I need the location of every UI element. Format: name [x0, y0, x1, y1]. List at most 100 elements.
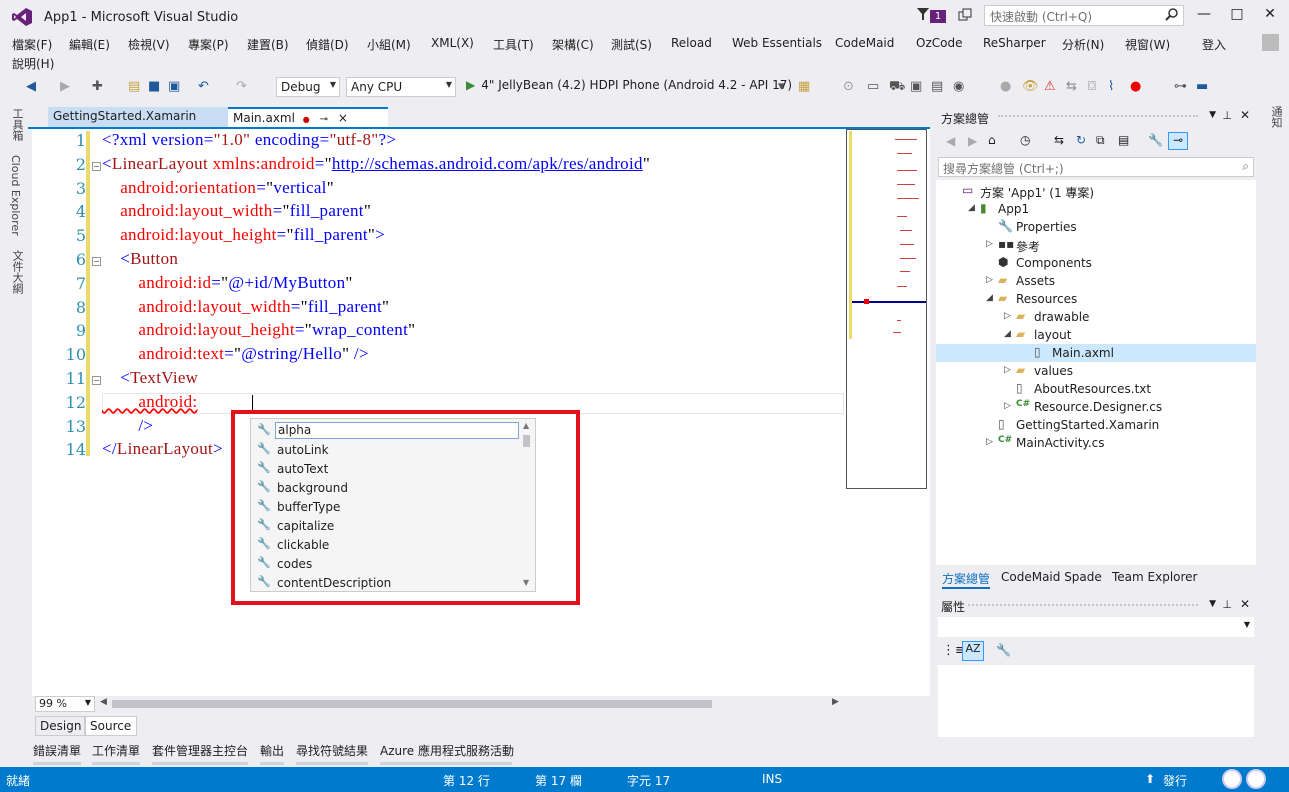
redo-icon[interactable]: ↷ [236, 79, 247, 94]
cloud-explorer-tab[interactable]: Cloud Explorer [9, 155, 22, 236]
forward-icon[interactable]: ▶ [968, 134, 977, 148]
tree-item[interactable]: ▷ ▪▪ 參考 [936, 236, 1256, 254]
expanded-arrow-icon[interactable]: ◢ [986, 293, 993, 303]
menu-build[interactable]: 建置(B) [247, 36, 289, 53]
tree-item[interactable]: ▯ GettingStarted.Xamarin [936, 416, 1256, 434]
code-line[interactable]: android:orientation="vertical" [102, 178, 334, 198]
attach-icon[interactable]: ⌇ [1108, 79, 1114, 94]
new-project-icon[interactable]: ✚ [92, 79, 103, 94]
collapsed-arrow-icon[interactable]: ▷ [986, 239, 993, 249]
start-debugging-button[interactable]: ▶ 4" JellyBean (4.2) HDPI Phone (Android … [466, 78, 792, 92]
tree-item[interactable]: ▷ ▰ Assets [936, 272, 1256, 290]
menu-view[interactable]: 檢視(V) [128, 36, 170, 53]
properties-object-select[interactable]: ▼ [938, 617, 1254, 637]
collapsed-arrow-icon[interactable]: ▷ [986, 275, 993, 285]
menu-resharper[interactable]: ReSharper [983, 36, 1046, 50]
pin-icon[interactable]: ⊸ [320, 114, 328, 125]
menu-reload[interactable]: Reload [671, 36, 712, 50]
tree-item[interactable]: ▷ ▰ drawable [936, 308, 1256, 326]
pin-icon[interactable]: ⊥ [1222, 109, 1232, 122]
tab-design[interactable]: Design [35, 716, 85, 736]
menu-codemaid[interactable]: CodeMaid [835, 36, 894, 50]
watch-eye-icon[interactable]: 👁 [1022, 79, 1039, 94]
menu-team[interactable]: 小組(M) [367, 36, 411, 53]
expanded-arrow-icon[interactable]: ◢ [968, 203, 975, 213]
menu-architecture[interactable]: 架構(C) [552, 36, 594, 53]
show-all-files-icon[interactable]: ▤ [1118, 133, 1129, 147]
exception-icon[interactable]: ⚠ [1044, 79, 1056, 94]
menu-analyze[interactable]: 分析(N) [1062, 36, 1104, 53]
tab-azure-activity[interactable]: Azure 應用程式服務活動 [380, 742, 514, 759]
tab-solution-explorer[interactable]: 方案總管 [942, 570, 991, 589]
tab-package-manager-console[interactable]: 套件管理器主控台 [152, 742, 248, 759]
code-line[interactable]: android: [102, 392, 197, 412]
code-line[interactable]: <TextView [102, 368, 198, 388]
sign-in-link[interactable]: 登入 [1202, 36, 1226, 53]
close-icon[interactable]: ✕ [1240, 597, 1250, 611]
glasses-icon[interactable]: ⊶ [1174, 79, 1187, 94]
tree-item[interactable]: ⬢ Components [936, 254, 1256, 272]
tab-main-axml[interactable]: Main.axml ● ⊸ × [228, 107, 388, 128]
menu-xml[interactable]: XML(X) [431, 36, 474, 50]
code-line[interactable]: android:layout_height="fill_parent"> [102, 225, 385, 245]
document-icon[interactable]: ▤ [931, 79, 943, 94]
collapsed-arrow-icon[interactable]: ▷ [1004, 401, 1011, 411]
preview-selected-icon[interactable]: ⊸ [1168, 132, 1188, 150]
tree-item[interactable]: ▭ 方案 'App1' (1 專案) [936, 182, 1256, 200]
code-line[interactable]: android:layout_width="fill_parent" [102, 297, 389, 317]
code-line[interactable]: android:layout_width="fill_parent" [102, 201, 371, 221]
run-target-dropdown-icon[interactable]: ▾ [778, 79, 785, 94]
fold-toggle-icon[interactable]: − [92, 376, 101, 385]
properties-wrench-icon[interactable]: 🔧 [1148, 133, 1163, 147]
device-manager-icon[interactable]: ▦ [798, 79, 810, 94]
pin-icon[interactable]: ⊥ [1222, 598, 1232, 611]
solution-config-select[interactable]: Debug ▼ [276, 77, 340, 97]
menu-edit[interactable]: 編輯(E) [69, 36, 110, 53]
menu-tools[interactable]: 工具(T) [493, 36, 534, 53]
menu-debug[interactable]: 偵錯(D) [306, 36, 349, 53]
avatar[interactable] [1262, 34, 1279, 51]
horizontal-scrollbar-thumb[interactable] [112, 700, 712, 708]
menu-ozcode[interactable]: OzCode [916, 36, 962, 50]
code-line[interactable]: </LinearLayout> [102, 439, 223, 459]
forward-icon[interactable]: ▶ [60, 79, 70, 94]
tree-item[interactable]: ▷ C# MainActivity.cs [936, 434, 1256, 452]
save-all-icon[interactable]: ▣ [168, 79, 180, 94]
compare-icon[interactable]: ⇆ [1066, 79, 1077, 94]
menu-project[interactable]: 專案(P) [188, 36, 229, 53]
back-icon[interactable]: ◀ [26, 79, 36, 94]
toolbox-tab[interactable]: 工具箱 [9, 108, 25, 141]
breakpoint-icon[interactable]: ● [1000, 79, 1011, 94]
solution-search-input[interactable]: 搜尋方案總管 (Ctrl+;) ⌕ [938, 157, 1254, 177]
sync-icon[interactable]: ⇆ [1054, 133, 1064, 147]
quick-launch-input[interactable]: 快速啟動 (Ctrl+Q) [984, 5, 1184, 26]
platform-select[interactable]: Any CPU ▼ [346, 77, 456, 97]
camera-icon[interactable]: ⌼ [1088, 79, 1096, 94]
code-line[interactable]: <?xml version="1.0" encoding="utf-8"?> [102, 130, 396, 150]
stop-icon[interactable]: ● [1130, 79, 1141, 94]
code-line[interactable]: <LinearLayout xmlns:android="http://sche… [102, 154, 650, 174]
publish-arrow-icon[interactable]: ⬆ [1145, 772, 1155, 786]
tree-item[interactable]: 🔧 Properties [936, 218, 1256, 236]
tab-gettingstarted[interactable]: GettingStarted.Xamarin [48, 107, 228, 128]
property-pages-icon[interactable]: 🔧 [996, 643, 1011, 657]
history-icon[interactable]: ◷ [1020, 133, 1030, 147]
collapsed-arrow-icon[interactable]: ▷ [1004, 365, 1011, 375]
step-icon[interactable]: ▭ [867, 79, 879, 94]
minimize-button[interactable]: — [1193, 6, 1215, 26]
notification-flag-icon[interactable] [916, 7, 930, 21]
save-icon[interactable]: ■ [148, 79, 160, 94]
tab-task-list[interactable]: 工作清單 [92, 742, 140, 759]
close-icon[interactable]: ✕ [1240, 108, 1250, 122]
menu-web-essentials[interactable]: Web Essentials [732, 36, 822, 50]
feedback-icon[interactable] [958, 8, 972, 22]
collapsed-arrow-icon[interactable]: ▷ [1004, 311, 1011, 321]
tree-item[interactable]: ◢ ▰ layout [936, 326, 1256, 344]
tree-item[interactable]: ▯ AboutResources.txt [936, 380, 1256, 398]
tree-item[interactable]: ◢ ▰ Resources [936, 290, 1256, 308]
publish-button[interactable]: 發行 [1163, 772, 1187, 789]
tree-item[interactable]: ▷ C# Resource.Designer.cs [936, 398, 1256, 416]
panel-menu-icon[interactable]: ▼ [1209, 110, 1216, 120]
solution-tree[interactable]: ▭ 方案 'App1' (1 專案) ◢ ▮ App1 🔧 Properties ▷ ▪▪ 參考 ⬢… [936, 180, 1256, 565]
tab-team-explorer[interactable]: Team Explorer [1112, 570, 1198, 584]
